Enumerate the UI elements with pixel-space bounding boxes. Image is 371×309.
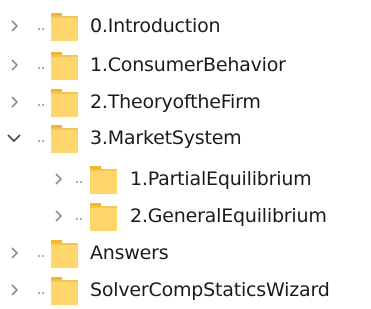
tree-connector <box>38 255 47 257</box>
folder-icon <box>51 12 79 42</box>
chevron-right-icon[interactable] <box>6 94 22 110</box>
tree-item-label: Answers <box>90 242 169 264</box>
tree-connector <box>76 181 85 183</box>
folder-icon <box>51 51 79 81</box>
folder-icon <box>51 88 79 118</box>
chevron-right-icon[interactable] <box>6 57 22 73</box>
folder-icon <box>51 239 79 269</box>
tree-item-label: SolverCompStaticsWizard <box>90 279 330 301</box>
folder-tree: 0.Introduction 1.ConsumerBehavior 2.Theo… <box>0 0 371 305</box>
chevron-right-icon[interactable] <box>6 245 22 261</box>
tree-item-theory-of-the-firm[interactable]: 2.TheoryoftheFirm <box>0 85 371 121</box>
tree-item-introduction[interactable]: 0.Introduction <box>0 9 371 45</box>
chevron-right-icon[interactable] <box>6 282 22 298</box>
tree-connector <box>38 28 47 30</box>
tree-item-label: 0.Introduction <box>90 15 221 37</box>
tree-item-general-equilibrium[interactable]: 2.GeneralEquilibrium <box>0 199 371 235</box>
tree-connector <box>38 67 47 69</box>
folder-icon <box>90 165 118 195</box>
tree-item-label: 2.TheoryoftheFirm <box>90 91 261 113</box>
tree-item-consumer-behavior[interactable]: 1.ConsumerBehavior <box>0 48 371 84</box>
chevron-down-icon[interactable] <box>6 130 22 146</box>
tree-connector <box>38 292 47 294</box>
tree-item-label: 1.PartialEquilibrium <box>130 168 312 190</box>
tree-item-market-system[interactable]: 3.MarketSystem <box>0 121 371 157</box>
tree-item-partial-equilibrium[interactable]: 1.PartialEquilibrium <box>0 162 371 198</box>
tree-connector <box>76 218 85 220</box>
tree-connector <box>38 104 47 106</box>
tree-connector <box>38 140 47 142</box>
folder-icon <box>51 276 79 306</box>
chevron-right-icon[interactable] <box>50 208 66 224</box>
tree-item-label: 2.GeneralEquilibrium <box>130 205 327 227</box>
tree-item-answers[interactable]: Answers <box>0 236 371 272</box>
folder-icon <box>51 124 79 154</box>
chevron-right-icon[interactable] <box>6 18 22 34</box>
tree-item-label: 1.ConsumerBehavior <box>90 54 286 76</box>
tree-item-label: 3.MarketSystem <box>90 127 242 149</box>
chevron-right-icon[interactable] <box>50 171 66 187</box>
tree-item-solver-comp-statics-wizard[interactable]: SolverCompStaticsWizard <box>0 273 371 309</box>
folder-icon <box>90 202 118 232</box>
